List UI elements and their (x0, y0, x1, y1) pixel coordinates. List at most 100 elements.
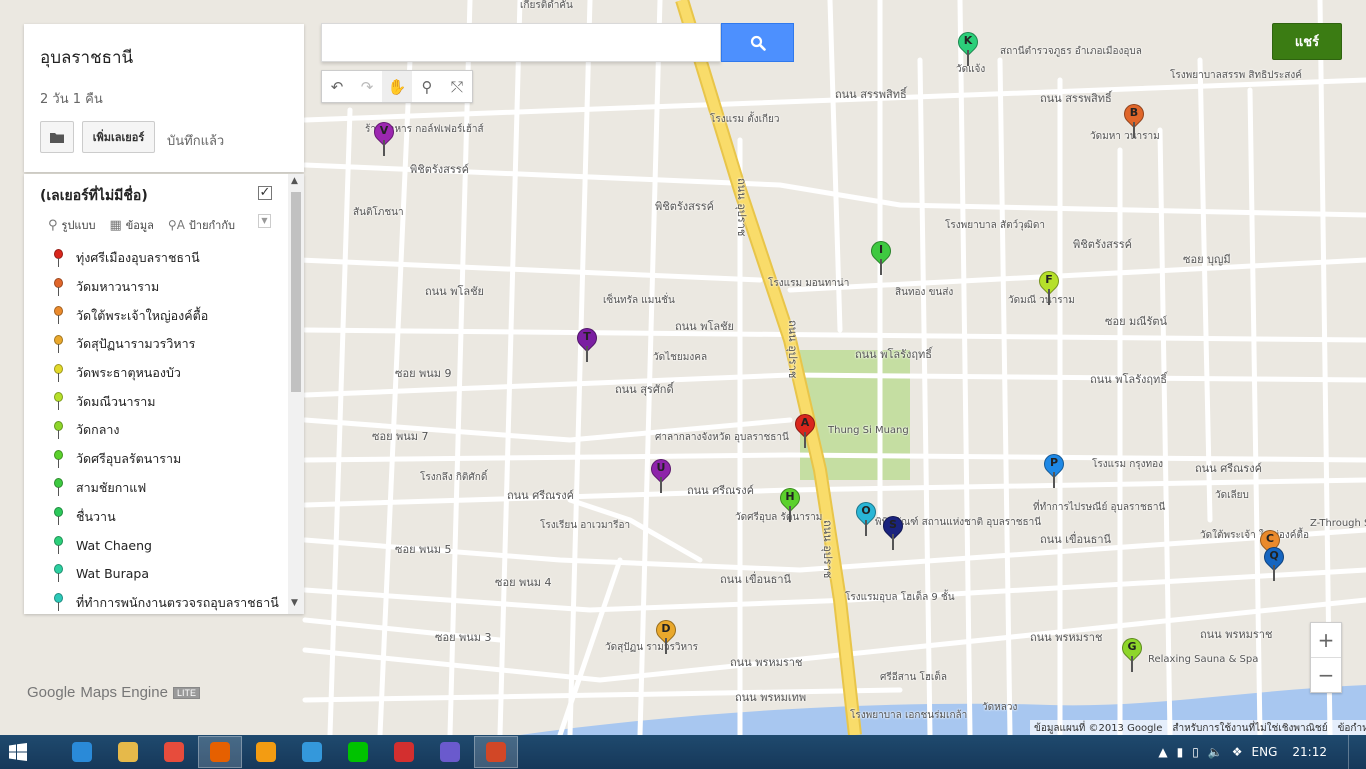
road-label: ถนน สรรพสิทธิ์ (1040, 92, 1112, 105)
folder-icon (50, 132, 64, 143)
browser-icon (302, 742, 322, 762)
map-pin[interactable]: O (851, 497, 881, 538)
layer-options-dropdown[interactable]: ▼ (258, 214, 271, 228)
data-label: ข้อมูล (125, 219, 154, 232)
maps-engine-logo: Google Maps Engine LITE (27, 684, 200, 701)
scroll-down-icon[interactable]: ▼ (291, 598, 298, 608)
dropbox-icon[interactable]: ❖ (1232, 745, 1243, 759)
hand-icon[interactable]: ✋ (382, 71, 412, 102)
layer-item[interactable]: สามชัยกาแฟ (24, 474, 288, 503)
map-pin[interactable]: G (1117, 633, 1147, 674)
acrobat-icon (394, 742, 414, 762)
layer-scrollbar[interactable]: ▲ ▼ (288, 174, 304, 614)
data-tool[interactable]: ▦ ข้อมูล (109, 216, 153, 234)
add-layer-button[interactable]: เพิ่มเลเยอร์ (82, 121, 155, 153)
table-icon: ▦ (109, 217, 122, 233)
layer-item[interactable]: วัดสุปัฏนารามวรวิหาร (24, 330, 288, 359)
taskbar-app[interactable] (244, 736, 288, 768)
taskbar-app[interactable] (290, 736, 334, 768)
label-tool[interactable]: ⚲A ป้ายกำกับ (168, 216, 235, 234)
place-label: วัดสุปัฏน รามวรวิหาร (605, 642, 699, 653)
powerpoint-icon (486, 742, 506, 762)
zoom-out-button[interactable]: − (1311, 658, 1341, 692)
undo-icon[interactable]: ↶ (322, 71, 352, 102)
marker-icon (54, 306, 63, 325)
taskbar-app[interactable] (382, 736, 426, 768)
saved-status: บันทึกแล้ว (167, 134, 225, 149)
scroll-thumb[interactable] (291, 192, 301, 392)
search-button[interactable] (721, 23, 794, 62)
terms-link[interactable]: ข้อกำหนด (1338, 721, 1366, 736)
place-label: วัดหลวง (982, 702, 1018, 713)
layer-visibility-checkbox[interactable]: ✓ (258, 186, 272, 200)
map-pin[interactable]: D (651, 615, 681, 656)
draw-line-icon[interactable]: ⤲ (442, 71, 472, 102)
show-hidden-icons-icon[interactable]: ▲ (1158, 745, 1167, 759)
layer-item[interactable]: ที่ทำการพนักงานตรวจรถอุบลราชธานี (24, 588, 288, 614)
map-pin[interactable]: Q (1259, 542, 1289, 583)
layer-item[interactable]: วัดมหาวนาราม (24, 273, 288, 302)
map-pin[interactable]: B (1119, 99, 1149, 140)
taskbar-app[interactable] (106, 736, 150, 768)
signal-icon[interactable]: ▮ (1177, 745, 1184, 759)
map-toolbar: ↶ ↷ ✋ ⚲ ⤲ (321, 70, 473, 103)
road-label: ซอย พนม 3 (435, 631, 492, 644)
label-label: ป้ายกำกับ (188, 219, 235, 232)
road-label: ถนน อุปราช (786, 320, 799, 379)
show-desktop-button[interactable] (1348, 735, 1358, 769)
place-label: โรงแรม มอนทาน่า (768, 278, 850, 289)
clock[interactable]: 21:12 (1292, 745, 1327, 759)
place-label: ที่ทำการไปรษณีย์ อุบลราชธานี (1033, 502, 1166, 513)
place-label: วัดศรีอุบล รัตนาราม (735, 512, 823, 523)
noncommercial-link[interactable]: สำหรับการใช้งานที่ไม่ใช่เชิงพาณิชย์ (1172, 721, 1327, 736)
road-label: ถนน พรหมราช (1030, 631, 1103, 644)
road-label: ซอย พนม 4 (495, 576, 552, 589)
battery-icon[interactable]: ▯ (1192, 745, 1199, 759)
map-pin[interactable]: F (1034, 266, 1064, 307)
map-pin[interactable]: V (369, 117, 399, 158)
layer-item[interactable]: ทุ่งศรีเมืองอุบลราชธานี (24, 244, 288, 273)
volume-icon[interactable]: 🔈 (1208, 745, 1223, 759)
style-tool[interactable]: ⚲ รูปแบบ (48, 216, 95, 234)
language-indicator[interactable]: ENG (1252, 745, 1278, 759)
map-pin[interactable]: A (790, 409, 820, 450)
redo-icon[interactable]: ↷ (352, 71, 382, 102)
layer-item[interactable]: Wat Chaeng (24, 531, 288, 560)
layer-item[interactable]: วัดใต้พระเจ้าใหญ่องค์ตื้อ (24, 301, 288, 330)
open-map-button[interactable] (40, 121, 74, 153)
map-pin[interactable]: K (953, 27, 983, 68)
windows-logo-icon (9, 743, 27, 761)
map-pin[interactable]: S (878, 511, 908, 552)
map-pin[interactable]: H (775, 483, 805, 524)
map-description[interactable]: 2 วัน 1 คืน (40, 88, 103, 109)
scroll-up-icon[interactable]: ▲ (291, 176, 298, 186)
layer-title[interactable]: (เลเยอร์ที่ไม่มีชื่อ) (40, 185, 148, 207)
map-pin[interactable]: U (646, 454, 676, 495)
taskbar-app[interactable] (198, 736, 242, 768)
layer-item[interactable]: วัดกลาง (24, 416, 288, 445)
marker-icon[interactable]: ⚲ (412, 71, 442, 102)
map-pin[interactable]: P (1039, 449, 1069, 490)
share-button[interactable]: แชร์ (1272, 23, 1342, 60)
search-input[interactable] (321, 23, 721, 62)
map-pin[interactable]: I (866, 236, 896, 277)
map-pin[interactable]: T (572, 323, 602, 364)
layer-item[interactable]: Wat Burapa (24, 560, 288, 589)
taskbar-app[interactable] (336, 736, 380, 768)
road-label: พิชิตรังสรรค์ (1073, 238, 1133, 251)
map-title[interactable]: อุบลราชธานี (40, 44, 133, 71)
zoom-in-button[interactable]: + (1311, 623, 1341, 657)
taskbar-app[interactable] (428, 736, 472, 768)
layer-item[interactable]: วัดศรีอุบลรัตนาราม (24, 445, 288, 474)
taskbar-app[interactable] (474, 736, 518, 768)
place-label: เกียรติดำคัน (520, 0, 573, 11)
layer-panel: (เลเยอร์ที่ไม่มีชื่อ) ✓ ⚲ รูปแบบ ▦ ข้อมู… (24, 174, 304, 614)
taskbar-app[interactable] (60, 736, 104, 768)
start-button[interactable] (0, 735, 36, 769)
layer-item[interactable]: วัดมณีวนาราม (24, 387, 288, 416)
place-label: ศรีอีสาน โฮเต็ล (880, 672, 947, 683)
layer-item[interactable]: วัดพระธาตุหนองบัว (24, 359, 288, 388)
taskbar-app[interactable] (152, 736, 196, 768)
google-logo-text: Google (27, 684, 76, 701)
layer-item[interactable]: ชื่นวาน (24, 502, 288, 531)
